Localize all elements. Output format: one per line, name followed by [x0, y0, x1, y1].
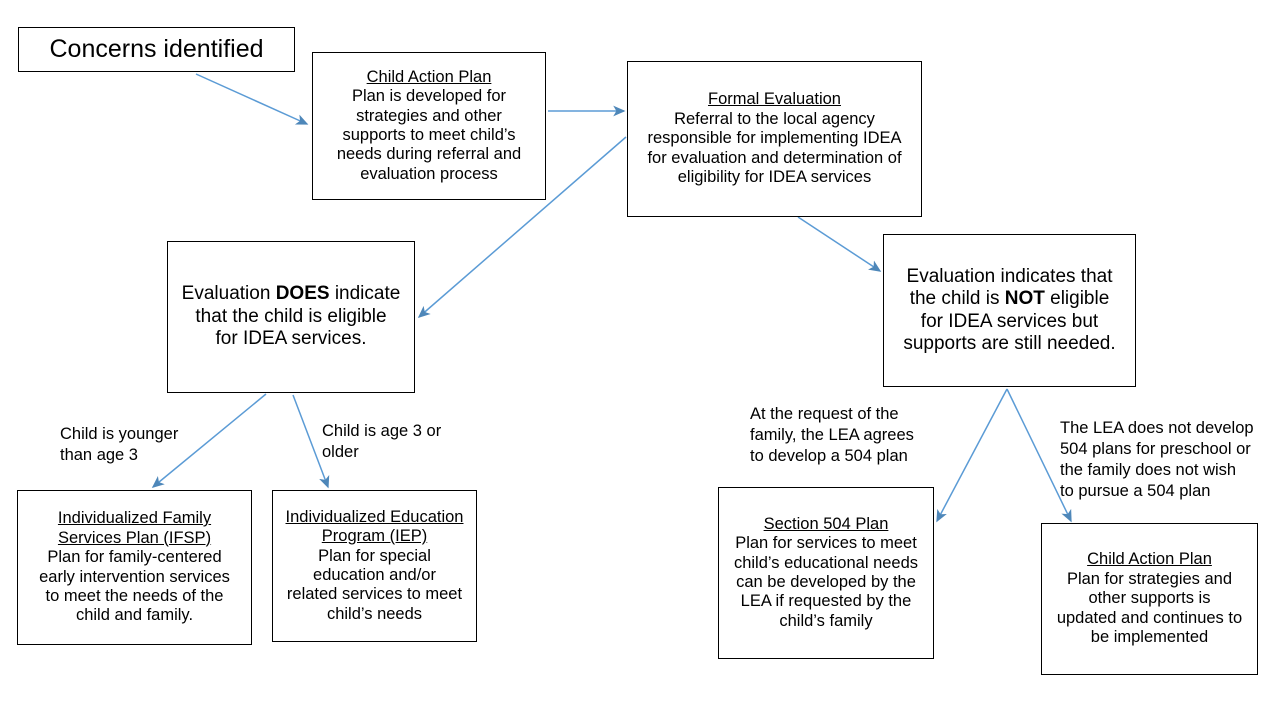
edge-label-family-request-504: At the request of the family, the LEA ag…	[750, 405, 914, 466]
node-concerns-identified-body: Concerns identified	[49, 34, 264, 63]
node-iep-body: Plan for special education and/or relate…	[286, 546, 463, 623]
node-evaluation-not-line3: for IDEA services but	[920, 310, 1099, 332]
edge-label-age-3-or-older: Child is age 3 or older	[322, 422, 442, 462]
node-concerns-identified[interactable]: Concerns identified	[18, 27, 295, 72]
node-evaluation-not-line2: the child is NOT eligible	[909, 288, 1110, 310]
node-child-action-plan-bottom-title: Child Action Plan	[1087, 550, 1212, 569]
node-evaluation-not-line4: supports are still needed.	[903, 332, 1116, 354]
node-formal-evaluation[interactable]: Formal Evaluation Referral to the local …	[627, 61, 922, 217]
node-section-504-plan-body: Plan for services to meet child’s educat…	[733, 534, 919, 630]
node-ifsp-body: Plan for family-centered early intervent…	[39, 548, 230, 625]
node-ifsp-title-line1: Individualized Family	[57, 509, 212, 528]
node-child-action-plan-top-title: Child Action Plan	[366, 67, 492, 86]
node-formal-evaluation-body: Referral to the local agency responsible…	[647, 109, 902, 187]
emphasis-does: DOES	[275, 283, 330, 305]
node-section-504-plan-title: Section 504 Plan	[763, 514, 889, 533]
flowchart-canvas: Concerns identified Child Action Plan Pl…	[0, 0, 1280, 720]
node-evaluation-does-indicate[interactable]: Evaluation DOES indicate that the child …	[167, 241, 415, 393]
node-child-action-plan-bottom[interactable]: Child Action Plan Plan for strategies an…	[1041, 523, 1258, 675]
node-evaluation-does-line1: Evaluation DOES indicate	[181, 283, 401, 305]
edge-concerns-to-child-action-plan	[195, 73, 309, 125]
node-child-action-plan-top-body: Plan is developed for strategies and oth…	[336, 87, 522, 183]
node-child-action-plan-bottom-body: Plan for strategies and other supports i…	[1056, 569, 1243, 647]
node-evaluation-does-line2: that the child is eligible	[195, 305, 387, 327]
edge-not-eligible-to-section-504	[936, 388, 1008, 523]
edge-formal-evaluation-to-not-eligible	[797, 216, 882, 272]
node-iep[interactable]: Individualized Education Program (IEP) P…	[272, 490, 477, 642]
node-evaluation-does-line3: for IDEA services.	[215, 328, 367, 350]
node-evaluation-not-line1: Evaluation indicates that	[906, 265, 1113, 287]
edge-label-younger-than-3: Child is younger than age 3	[60, 425, 179, 465]
node-section-504-plan[interactable]: Section 504 Plan Plan for services to me…	[718, 487, 934, 659]
node-formal-evaluation-title: Formal Evaluation	[708, 90, 841, 109]
node-iep-title-line2: Program (IEP)	[321, 527, 428, 546]
node-child-action-plan-top[interactable]: Child Action Plan Plan is developed for …	[312, 52, 546, 200]
node-iep-title-line1: Individualized Education	[285, 507, 464, 526]
node-ifsp-title-line2: Services Plan (IFSP)	[57, 528, 212, 547]
edge-label-no-504-plan: The LEA does not develop 504 plans for p…	[1060, 419, 1254, 501]
node-evaluation-not-eligible[interactable]: Evaluation indicates that the child is N…	[883, 234, 1136, 387]
node-ifsp[interactable]: Individualized Family Services Plan (IFS…	[17, 490, 252, 645]
emphasis-not: NOT	[1004, 288, 1045, 310]
